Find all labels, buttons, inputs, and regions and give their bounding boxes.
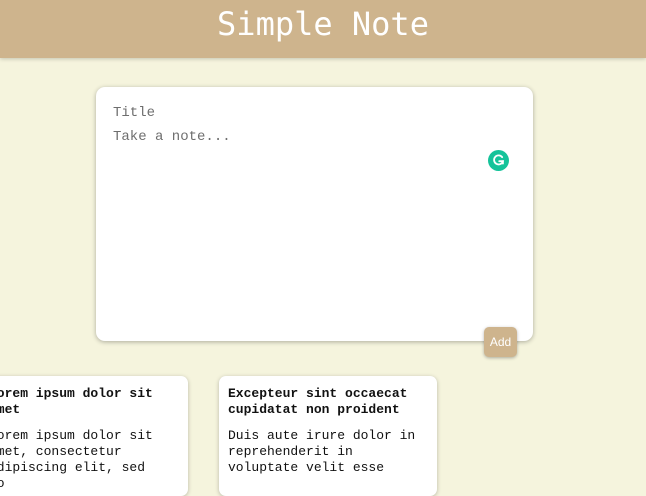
note-composer	[96, 87, 533, 341]
app-header: Simple Note	[0, 0, 646, 58]
grammarly-icon[interactable]	[488, 150, 509, 171]
note-title: Lorem ipsum dolor sit amet	[0, 386, 153, 417]
note-body: Lorem ipsum dolor sit amet, consectetur …	[0, 428, 153, 491]
note-body-input[interactable]	[113, 129, 513, 319]
note-card[interactable]: Lorem ipsum dolor sit amet Lorem ipsum d…	[0, 376, 188, 496]
app-title: Simple Note	[217, 5, 429, 43]
note-card[interactable]: Excepteur sint occaecat cupidatat non pr…	[219, 376, 437, 496]
title-input[interactable]	[113, 104, 513, 122]
add-note-button[interactable]: Add	[484, 327, 517, 357]
note-title: Excepteur sint occaecat cupidatat non pr…	[228, 386, 408, 417]
grammarly-g-glyph	[493, 154, 505, 166]
note-body: Duis aute irure dolor in reprehenderit i…	[228, 428, 416, 475]
